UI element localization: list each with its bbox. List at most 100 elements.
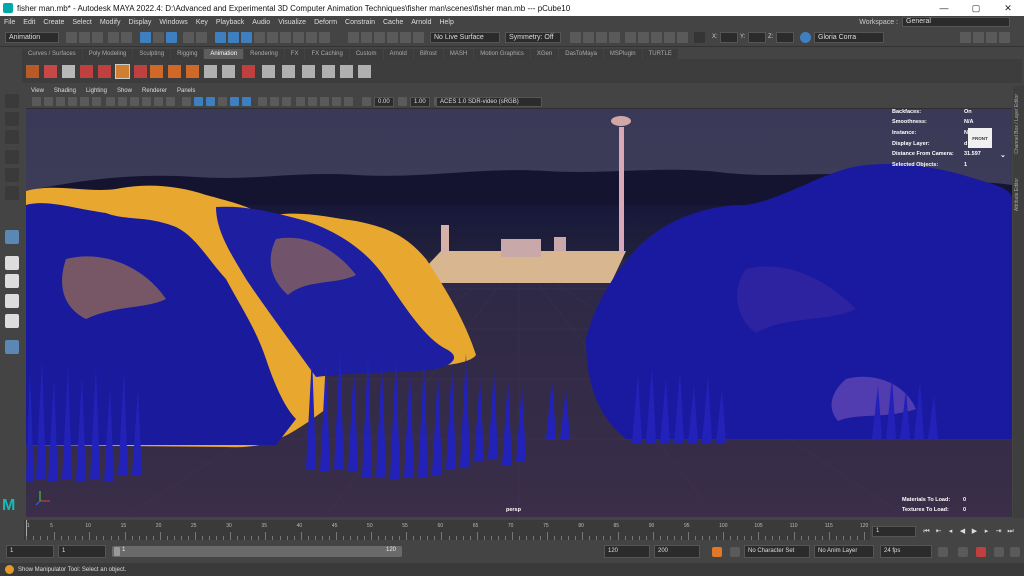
undo-icon[interactable] xyxy=(108,32,119,43)
menu-visualize[interactable]: Visualize xyxy=(274,19,310,26)
menu-select[interactable]: Select xyxy=(68,19,95,26)
gamma-field[interactable]: 1.00 xyxy=(410,97,430,107)
light-editor-icon[interactable] xyxy=(664,32,675,43)
snap-magnet-icon[interactable] xyxy=(413,32,424,43)
render-icon[interactable] xyxy=(570,32,581,43)
depth-of-field-icon[interactable] xyxy=(332,97,341,106)
outliner-layout-icon[interactable] xyxy=(5,314,19,328)
four-pane-layout-icon[interactable] xyxy=(5,274,19,288)
channel-box-tab[interactable]: Channel Box / Layer Editor xyxy=(1014,94,1023,154)
exposure-field[interactable]: 0.00 xyxy=(374,97,394,107)
2d-pan-zoom-icon[interactable] xyxy=(80,97,89,106)
menu-file[interactable]: File xyxy=(0,19,19,26)
go-to-start-icon[interactable]: ⏮ xyxy=(922,527,931,536)
select-mask-9-icon[interactable] xyxy=(319,32,330,43)
menu-constrain[interactable]: Constrain xyxy=(341,19,379,26)
z-field[interactable] xyxy=(776,32,794,43)
wireframe-icon[interactable] xyxy=(182,97,191,106)
arnold-ipr-icon[interactable] xyxy=(638,32,649,43)
menu-cache[interactable]: Cache xyxy=(379,19,407,26)
two-pane-layout-icon[interactable] xyxy=(5,294,19,308)
render-view-icon[interactable] xyxy=(651,32,662,43)
range-start-handle[interactable] xyxy=(114,547,120,556)
shelf-tab-xgen[interactable]: XGen xyxy=(530,49,559,59)
render-settings-icon[interactable] xyxy=(596,32,607,43)
snap-surface-icon[interactable] xyxy=(400,32,411,43)
playback-end-field[interactable]: 120 xyxy=(604,545,650,558)
snap-grid-icon[interactable] xyxy=(348,32,359,43)
lasso-tool-icon[interactable] xyxy=(5,112,19,126)
perspective-viewport[interactable]: Backfaces: On Smoothness: N/A Instance: … xyxy=(26,109,1012,517)
ik-handle-icon[interactable] xyxy=(262,65,275,78)
ik-spline-icon[interactable] xyxy=(282,65,295,78)
move-tool-icon[interactable] xyxy=(5,150,19,164)
shelf-tab-fx-caching[interactable]: FX Caching xyxy=(305,49,349,59)
menu-arnold[interactable]: Arnold xyxy=(407,19,435,26)
shelf-tab-rendering[interactable]: Rendering xyxy=(244,49,284,59)
new-scene-icon[interactable] xyxy=(66,32,77,43)
select-tool-icon[interactable] xyxy=(5,94,19,108)
key-rotate-icon[interactable] xyxy=(98,65,111,78)
snap-point-icon[interactable] xyxy=(374,32,385,43)
character-set-dropdown[interactable]: No Character Set xyxy=(744,545,810,558)
view-transform-dropdown[interactable]: ACES 1.0 SDR-video (sRGB) xyxy=(436,97,542,107)
channel-box-icon[interactable] xyxy=(999,32,1010,43)
mask-edge-icon[interactable] xyxy=(196,32,207,43)
playback-start-field[interactable]: 1 xyxy=(58,545,106,558)
modeling-toolkit-icon[interactable] xyxy=(960,32,971,43)
vp-menu-shading[interactable]: Shading xyxy=(49,88,81,94)
select-mask-4-icon[interactable] xyxy=(254,32,265,43)
vp-menu-renderer[interactable]: Renderer xyxy=(137,88,172,94)
key-preferences-icon[interactable] xyxy=(730,547,740,557)
cache-icon[interactable] xyxy=(958,547,968,557)
film-gate-icon[interactable] xyxy=(118,97,127,106)
orient-constraint-icon[interactable] xyxy=(242,65,255,78)
snap-curve-icon[interactable] xyxy=(361,32,372,43)
gamma-icon[interactable] xyxy=(398,97,407,106)
select-mask-3-icon[interactable] xyxy=(241,32,252,43)
maximize-button[interactable]: ▢ xyxy=(960,0,992,16)
x-field[interactable] xyxy=(720,32,738,43)
create-clip-icon[interactable] xyxy=(134,65,147,78)
step-forward-frame-icon[interactable]: ▸ xyxy=(982,527,991,536)
set-breakdown-icon[interactable] xyxy=(44,65,57,78)
shelf-tab-fx[interactable]: FX xyxy=(284,49,305,59)
close-button[interactable]: ✕ xyxy=(992,0,1024,16)
arnold-render-icon[interactable] xyxy=(625,32,636,43)
menu-playback[interactable]: Playback xyxy=(212,19,248,26)
menu-deform[interactable]: Deform xyxy=(310,19,341,26)
xray-joints-icon[interactable] xyxy=(282,97,291,106)
ghost-icon[interactable] xyxy=(168,65,181,78)
current-frame-field[interactable]: 1 xyxy=(872,526,916,537)
rotate-tool-icon[interactable] xyxy=(5,168,19,182)
grease-pencil-icon[interactable] xyxy=(92,97,101,106)
key-scale-icon[interactable] xyxy=(115,64,130,79)
xray-icon[interactable] xyxy=(258,97,267,106)
menu-edit[interactable]: Edit xyxy=(19,19,39,26)
paint-select-tool-icon[interactable] xyxy=(5,130,19,144)
step-back-frame-icon[interactable]: ◂ xyxy=(946,527,955,536)
resolution-gate-icon[interactable] xyxy=(130,97,139,106)
shelf-tab-motion-graphics[interactable]: Motion Graphics xyxy=(474,49,530,59)
view-tool-icon[interactable] xyxy=(5,340,19,354)
menu-key[interactable]: Key xyxy=(192,19,212,26)
shelf-tab-animation[interactable]: Animation xyxy=(204,49,244,59)
paint-weights-icon[interactable] xyxy=(340,65,353,78)
multisample-aa-icon[interactable] xyxy=(320,97,329,106)
user-account-dropdown[interactable]: Gloria Corra xyxy=(814,32,884,43)
ipr-render-icon[interactable] xyxy=(583,32,594,43)
grid-icon[interactable] xyxy=(106,97,115,106)
camera-attributes-icon[interactable] xyxy=(44,97,53,106)
textured-icon[interactable] xyxy=(218,97,227,106)
shelf-tab-dastomaya[interactable]: DasToMaya xyxy=(559,49,603,59)
menu-windows[interactable]: Windows xyxy=(155,19,191,26)
shelf-tab-mash[interactable]: MASH xyxy=(443,49,474,59)
live-surface-field[interactable]: No Live Surface xyxy=(430,32,500,43)
vp-menu-view[interactable]: View xyxy=(26,88,49,94)
play-backwards-icon[interactable]: ◀ xyxy=(958,527,967,536)
transform-mode-icon[interactable] xyxy=(694,32,705,43)
motion-blur-icon[interactable] xyxy=(308,97,317,106)
parent-constraint-icon[interactable] xyxy=(204,65,217,78)
minimize-button[interactable]: — xyxy=(928,0,960,16)
fps-dropdown[interactable]: 24 fps xyxy=(880,545,932,558)
